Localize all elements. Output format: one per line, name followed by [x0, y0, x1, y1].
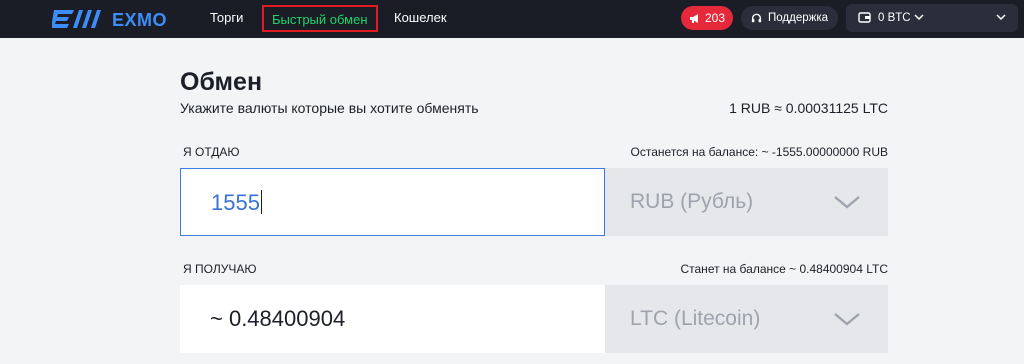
give-currency-label: RUB (Рубль): [630, 190, 754, 213]
receive-amount-field[interactable]: ~ 0.48400904: [180, 285, 605, 353]
exmo-logo-icon: [52, 10, 101, 28]
brand-name: EXMO: [112, 10, 168, 30]
chevron-down-icon: [834, 313, 860, 326]
give-amount-input[interactable]: 1555: [180, 168, 605, 236]
notifications-count: 203: [704, 11, 726, 25]
chevron-down-icon: [834, 196, 860, 209]
give-currency-select[interactable]: RUB (Рубль): [605, 168, 888, 236]
notifications-badge[interactable]: 203: [681, 6, 733, 30]
support-label: Поддержка: [768, 12, 828, 24]
receive-balance-note: Станет на балансе ~ 0.48400904 LTC: [680, 262, 888, 276]
headset-icon: [751, 13, 762, 22]
receive-currency-label: LTC (Litecoin): [630, 307, 761, 330]
wallet-icon: [858, 12, 871, 23]
balance-dropdown[interactable]: 0 BTC: [846, 4, 1018, 32]
receive-label: Я ПОЛУЧАЮ: [183, 262, 257, 276]
nav-item-wallet[interactable]: Кошелек: [394, 10, 447, 25]
top-navigation-bar: EXMO Торги Быстрый обмен Кошелек 203 Под…: [0, 0, 1024, 38]
nav-item-quick-exchange-label: Быстрый обмен: [272, 12, 368, 27]
text-caret: [260, 190, 262, 214]
support-button[interactable]: Поддержка: [741, 6, 838, 30]
nav-item-trade[interactable]: Торги: [210, 10, 243, 25]
exchange-rate: 1 RUB ≈ 0.00031125 LTC: [729, 100, 888, 116]
chevron-down-icon: [914, 14, 924, 21]
chevron-down-icon[interactable]: [996, 13, 1006, 21]
balance-value: 0 BTC: [878, 12, 911, 24]
page-subtitle: Укажите валюты которые вы хотите обменят…: [180, 100, 479, 116]
receive-amount-value: ~ 0.48400904: [210, 306, 346, 331]
give-label: Я ОТДАЮ: [183, 145, 240, 159]
page-title: Обмен: [180, 68, 263, 96]
megaphone-icon: [689, 13, 698, 23]
receive-currency-select[interactable]: LTC (Litecoin): [605, 285, 888, 353]
nav-item-quick-exchange[interactable]: Быстрый обмен: [262, 5, 378, 32]
give-balance-note: Останется на балансе: ~ -1555.00000000 R…: [630, 145, 888, 159]
exmo-logo[interactable]: EXMO: [52, 7, 167, 31]
give-amount-value: 1555: [211, 190, 262, 216]
give-amount-text: 1555: [211, 190, 260, 215]
